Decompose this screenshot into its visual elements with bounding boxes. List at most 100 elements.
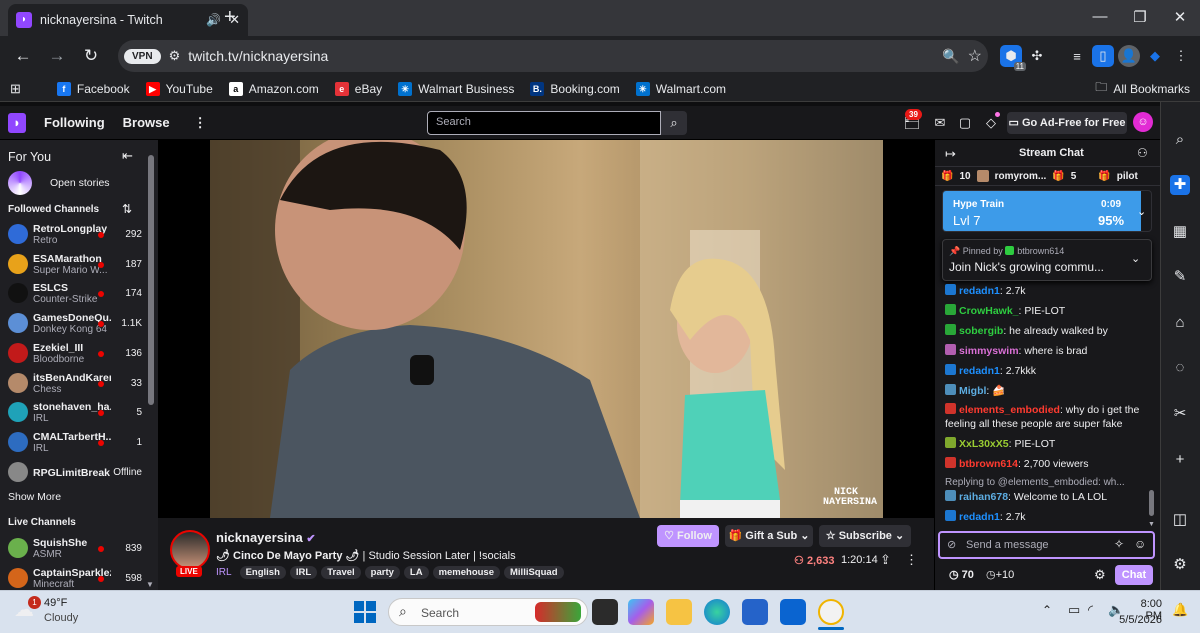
ad-free-button[interactable]: ▭ Go Ad-Free for Free: [1007, 112, 1127, 134]
menu-dots-icon[interactable]: ⋮: [1170, 45, 1192, 67]
outlook-app-icon[interactable]: [780, 599, 806, 625]
copilot-app-icon[interactable]: [628, 599, 654, 625]
rail-add-icon[interactable]: +: [1170, 450, 1190, 470]
weather-condition[interactable]: Cloudy: [44, 612, 78, 624]
bookmark-item[interactable]: e eBay: [334, 81, 382, 96]
shield-extension-icon[interactable]: ◆: [1144, 45, 1166, 67]
vpn-badge[interactable]: VPN: [124, 48, 161, 64]
taskbar-search[interactable]: ⌕ Search: [388, 598, 588, 626]
chat-username[interactable]: raihan678: [959, 491, 1008, 503]
extension-icon[interactable]: ⬢ 11: [1000, 45, 1026, 71]
sidebar-channel[interactable]: GamesDoneQu... Donkey Kong 64 1.1K: [6, 309, 154, 338]
sidebar-channel[interactable]: RetroLongplay Retro 292: [6, 220, 154, 249]
more-options-icon[interactable]: ⋮: [905, 552, 918, 568]
bookmark-item[interactable]: ▶ YouTube: [145, 81, 213, 96]
restore-button[interactable]: ❐: [1120, 8, 1160, 26]
nav-following[interactable]: Following: [44, 115, 105, 130]
search-input[interactable]: Search: [427, 111, 661, 135]
stream-tag[interactable]: IRL: [289, 566, 318, 579]
chat-scrollbar[interactable]: [1149, 490, 1154, 516]
sidebar-channel[interactable]: SquishShe ASMR 839: [6, 534, 154, 563]
leaderboard-bar[interactable]: 🎁 10 romyrom... 🎁 5 🎁 pilot: [935, 166, 1161, 186]
site-settings-icon[interactable]: ⚙: [169, 48, 181, 64]
nav-browse[interactable]: Browse: [123, 115, 170, 130]
clock-date[interactable]: 5/5/2026: [1116, 614, 1162, 626]
channel-name[interactable]: nicknayersina ✔: [216, 530, 316, 545]
chat-send-button[interactable]: Chat: [1115, 565, 1153, 585]
chat-settings-icon[interactable]: ⚙: [1094, 567, 1106, 583]
twitch-logo-icon[interactable]: ◗: [8, 112, 26, 133]
back-button[interactable]: ←: [8, 41, 38, 71]
audio-icon[interactable]: 🔊: [206, 13, 221, 27]
rail-tools-icon[interactable]: ✂: [1170, 404, 1190, 424]
inbox-icon[interactable]: ✉: [930, 115, 950, 131]
new-tab-button[interactable]: +: [224, 6, 236, 29]
chat-username[interactable]: redadn1: [959, 285, 1000, 297]
forward-button[interactable]: →: [42, 41, 72, 71]
category-link[interactable]: IRL: [216, 567, 232, 578]
open-stories-link[interactable]: Open stories: [50, 177, 110, 189]
stream-tag[interactable]: LA: [403, 566, 429, 579]
subscribe-button[interactable]: ☆ Subscribe ⌄: [819, 525, 911, 547]
community-icon[interactable]: ⚇: [1137, 146, 1148, 160]
show-more-link[interactable]: Show More: [8, 491, 61, 503]
sidebar-channel[interactable]: ESAMarathon Super Mario W... 187: [6, 250, 154, 279]
task-view-icon[interactable]: [592, 599, 618, 625]
stream-tag[interactable]: memehouse: [432, 566, 500, 579]
sidebar-channel[interactable]: Ezekiel_III Bloodborne 136: [6, 339, 154, 368]
bookmark-star-icon[interactable]: ☆: [968, 46, 982, 66]
share-icon[interactable]: ⇪: [880, 552, 891, 568]
sidebar-channel[interactable]: CaptainSparklez Minecraft 598: [6, 564, 154, 590]
points-bonus[interactable]: ◷+10: [986, 568, 1014, 581]
rail-search-icon[interactable]: ⌕: [1170, 130, 1190, 150]
chat-username[interactable]: btbrown614: [959, 458, 1018, 470]
stream-tag[interactable]: English: [239, 566, 286, 579]
extensions-puzzle-icon[interactable]: ✣: [1026, 45, 1048, 67]
sidebar-channel[interactable]: CMALTarbertH... IRL 1: [6, 428, 154, 457]
browser-tab[interactable]: ◗ nicknayersina - Twitch 🔊 ✕: [8, 4, 248, 36]
chat-username[interactable]: elements_embodied: [959, 404, 1060, 416]
user-avatar[interactable]: ☺: [1133, 112, 1153, 132]
rail-notes-icon[interactable]: ✎: [1170, 267, 1190, 287]
url-text[interactable]: twitch.tv/nicknayersina: [188, 48, 934, 64]
close-window-button[interactable]: ✕: [1160, 8, 1200, 26]
chat-username[interactable]: sobergib: [959, 325, 1003, 337]
chevron-down-icon[interactable]: ⌄: [1137, 205, 1146, 218]
file-explorer-icon[interactable]: [666, 599, 692, 625]
store-app-icon[interactable]: [742, 599, 768, 625]
sidebar-scrollbar[interactable]: [148, 155, 154, 405]
hype-train-card[interactable]: Hype Train Lvl 7 0:09 95% ⌄: [942, 190, 1152, 232]
bookmark-item[interactable]: ✳ Walmart.com: [635, 81, 726, 96]
sidebar-channel[interactable]: ESLCS Counter-Strike 174: [6, 279, 154, 308]
chat-username[interactable]: XxL30xX5: [959, 438, 1009, 450]
rail-settings-icon[interactable]: ⚙: [1170, 555, 1190, 575]
chrome-app-icon[interactable]: [818, 599, 844, 625]
sidebar-channel[interactable]: stonehaven_ha... IRL 5: [6, 398, 154, 427]
pinned-message-card[interactable]: 📌 Pinned by btbrown614 Join Nick's growi…: [942, 239, 1152, 281]
weather-temp[interactable]: 49°F: [44, 597, 67, 609]
notification-bell-icon[interactable]: 🔔: [1172, 602, 1188, 618]
sidebar-panel-icon[interactable]: ▯: [1092, 45, 1114, 67]
windows-start-icon[interactable]: [354, 601, 376, 623]
collapse-chat-icon[interactable]: ↦: [945, 146, 956, 162]
stories-avatar[interactable]: [8, 171, 32, 195]
channel-avatar[interactable]: [170, 530, 210, 570]
follow-button[interactable]: ♡ Follow: [657, 525, 719, 547]
collapse-sidebar-icon[interactable]: ⇤: [122, 148, 133, 164]
rail-layout-icon[interactable]: ◫: [1170, 510, 1190, 530]
rail-calendar-icon[interactable]: ▦: [1170, 222, 1190, 242]
reload-button[interactable]: ↻: [76, 41, 106, 71]
chat-scroll-down-icon[interactable]: ▼: [1148, 521, 1155, 528]
badge-selector-icon[interactable]: ⊘: [947, 538, 956, 551]
sort-icon[interactable]: ⇅: [122, 202, 132, 216]
edge-browser-icon[interactable]: [704, 599, 730, 625]
chat-input[interactable]: ⊘ Send a message ✧ ☺: [938, 531, 1155, 559]
chat-username[interactable]: CrowHawk_: [959, 305, 1019, 317]
emote-icon[interactable]: ☺: [1134, 537, 1146, 551]
gift-sub-button[interactable]: 🎁 Gift a Sub ⌄: [725, 525, 813, 547]
reading-list-icon[interactable]: ≡: [1066, 45, 1088, 67]
chat-username[interactable]: Migbl: [959, 385, 986, 397]
tray-display-icon[interactable]: ▭: [1068, 602, 1080, 618]
bookmark-item[interactable]: f Facebook: [56, 81, 130, 96]
chat-username[interactable]: redadn1: [959, 365, 1000, 377]
